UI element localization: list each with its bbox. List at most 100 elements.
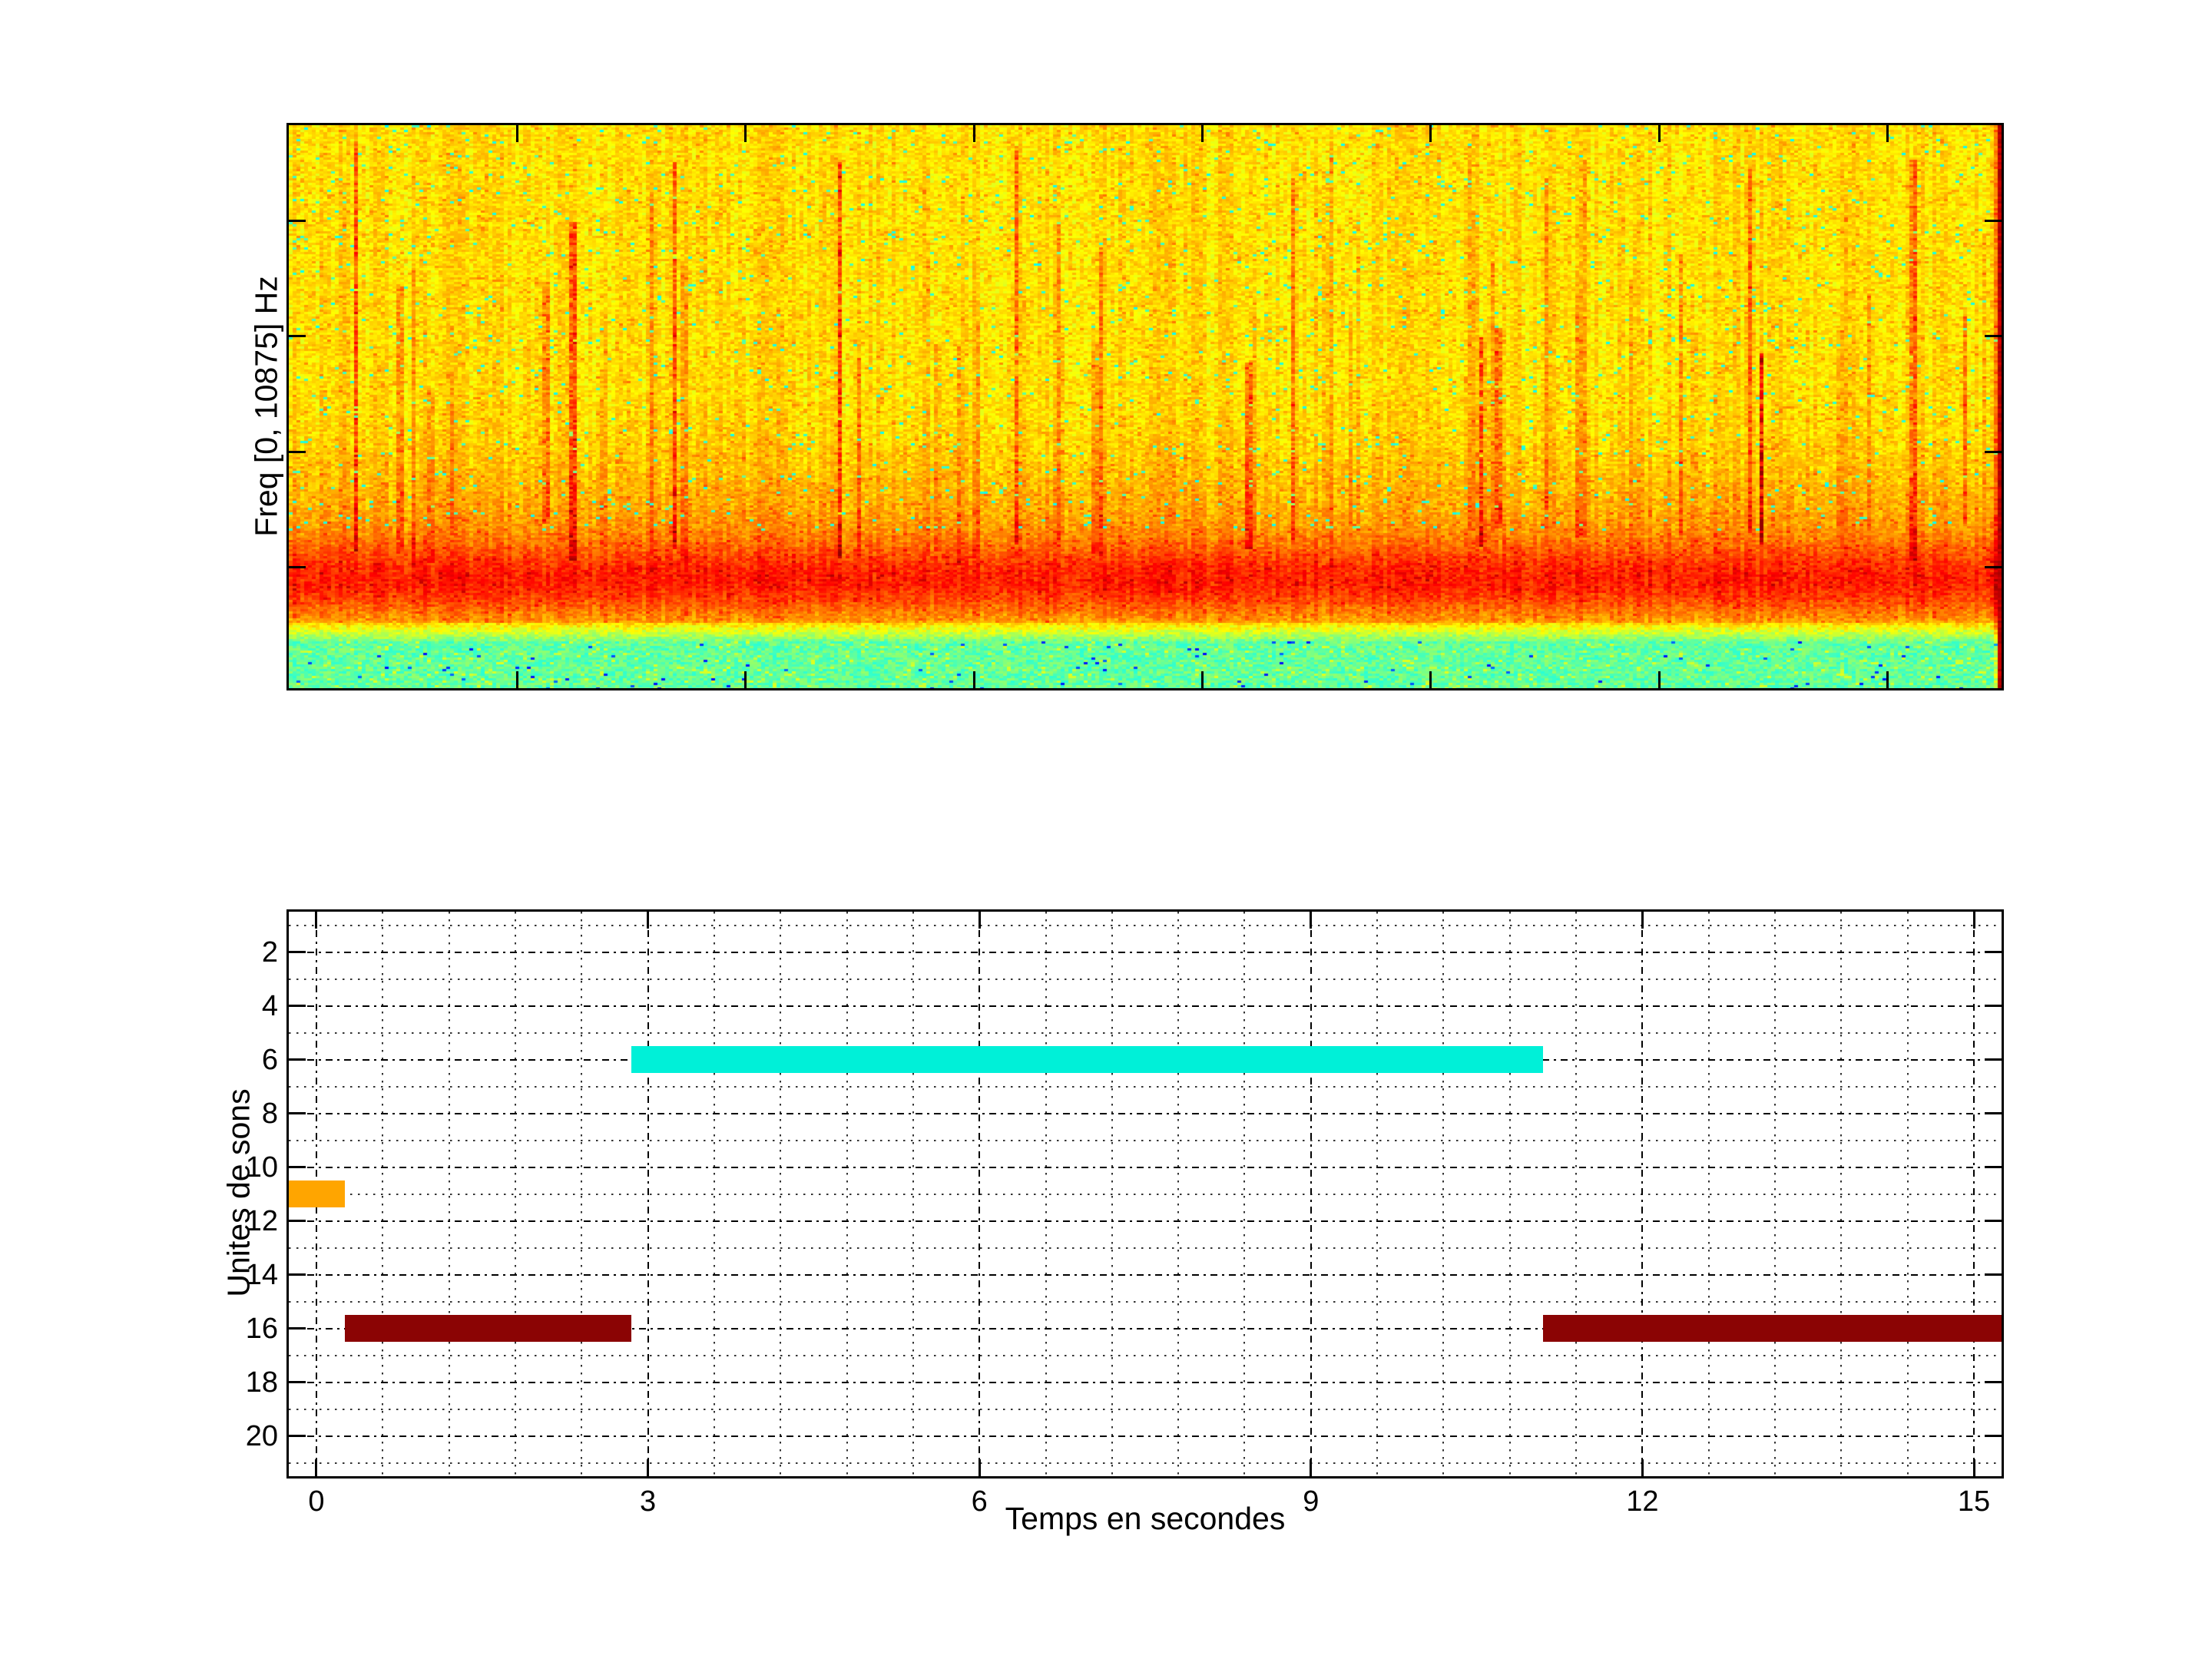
orange-segment [289,1181,345,1207]
x-tick-label: 9 [1303,1487,1319,1516]
x-tick-label: 15 [1958,1487,1990,1516]
gridline-y-major [289,1435,2002,1437]
y-tick-left [289,1327,306,1330]
gridline-y-major [289,1113,2002,1114]
y-tick-right [1985,951,2002,953]
gridline-y-minor [289,1194,2002,1195]
x-tick-top [647,912,649,929]
gridline-y-major [289,1382,2002,1383]
x-tick-top [1310,912,1312,929]
x-tick-top [1973,912,1975,929]
spec-x-tick-bottom [516,671,518,688]
gridline-y-minor [289,1355,2002,1356]
y-tick-right [1985,1381,2002,1383]
y-tick-label: 18 [204,1368,278,1397]
y-tick-left [289,1058,306,1061]
y-tick-right [1985,1435,2002,1437]
gridline-y-minor [289,1462,2002,1464]
spec-x-tick-bottom [1886,671,1889,688]
spec-x-tick-top [973,125,975,142]
y-tick-right [1985,1112,2002,1114]
spec-x-tick-top [744,125,747,142]
gridline-y-major [289,952,2002,953]
spec-y-tick-right [1985,220,2002,222]
spectrogram-plot-frame [286,123,2004,690]
timeline-plot-frame [286,909,2004,1479]
y-tick-left [289,1166,306,1168]
spec-x-tick-top [516,125,518,142]
x-tick-label: 6 [972,1487,988,1516]
y-tick-label: 16 [204,1314,278,1343]
gridline-y-minor [289,1409,2002,1410]
gridline-x-major [647,912,649,1476]
spec-y-tick-left [289,335,306,337]
spec-x-tick-bottom [744,671,747,688]
spec-y-tick-right [1985,566,2002,568]
timeline-ylabel: Unites de sons [224,1088,255,1296]
x-tick-top [979,912,981,929]
x-tick-label: 12 [1626,1487,1658,1516]
gridline-y-minor [289,925,2002,926]
gridline-y-minor [289,1140,2002,1141]
x-tick-label: 0 [308,1487,324,1516]
y-tick-left [289,1435,306,1437]
y-tick-left [289,1273,306,1276]
gridline-y-major [289,1167,2002,1168]
y-tick-left [289,951,306,953]
dark-red-segment-2 [1543,1315,2002,1342]
spec-x-tick-top [1429,125,1432,142]
y-tick-right [1985,1058,2002,1061]
y-tick-label: 6 [204,1045,278,1075]
x-tick-top [315,912,317,929]
cyan-segment [631,1046,1543,1073]
y-tick-right [1985,1005,2002,1007]
y-tick-right [1985,1220,2002,1222]
y-tick-label: 4 [204,992,278,1021]
y-tick-left [289,1381,306,1383]
spec-x-tick-top [1201,125,1204,142]
gridline-x-major [1973,912,1975,1476]
x-tick-bottom [1973,1459,1975,1476]
y-tick-label: 2 [204,938,278,967]
gridline-x-major [979,912,980,1476]
gridline-y-minor [289,1247,2002,1249]
spectrogram-ylabel: Freq [0, 10875] Hz [251,276,283,537]
x-tick-bottom [1310,1459,1312,1476]
x-tick-label: 3 [640,1487,656,1516]
spec-x-tick-bottom [1429,671,1432,688]
x-tick-top [1641,912,1644,929]
gridline-x-major [1641,912,1643,1476]
y-tick-left [289,1112,306,1114]
x-tick-bottom [979,1459,981,1476]
gridline-y-minor [289,1032,2002,1034]
y-tick-left [289,1005,306,1007]
spec-y-tick-right [1985,335,2002,337]
timeline-xlabel: Temps en secondes [1005,1503,1286,1535]
spec-x-tick-top [1886,125,1889,142]
y-tick-right [1985,1166,2002,1168]
y-tick-right [1985,1273,2002,1276]
gridline-y-minor [289,979,2002,980]
gridline-y-minor [289,1301,2002,1303]
spec-x-tick-bottom [1201,671,1204,688]
gridline-y-major [289,1005,2002,1007]
figure: { "figure": { "width_px": 2880, "height_… [0,0,2212,1659]
spec-x-tick-top [1658,125,1661,142]
gridline-x-major [1310,912,1312,1476]
x-tick-bottom [315,1459,317,1476]
x-tick-bottom [1641,1459,1644,1476]
spec-y-tick-right [1985,451,2002,453]
dark-red-segment-1 [345,1315,631,1342]
spec-x-tick-bottom [1658,671,1661,688]
spec-y-tick-left [289,220,306,222]
spec-y-tick-left [289,566,306,568]
gridline-y-major [289,1274,2002,1276]
gridline-y-major [289,1220,2002,1222]
timeline-plot-area [289,912,2002,1476]
spectrogram-ticks-layer [289,125,2002,688]
x-tick-bottom [647,1459,649,1476]
spec-y-tick-left [289,451,306,453]
y-tick-label: 20 [204,1422,278,1451]
gridline-y-minor [289,1086,2002,1088]
spec-x-tick-bottom [973,671,975,688]
